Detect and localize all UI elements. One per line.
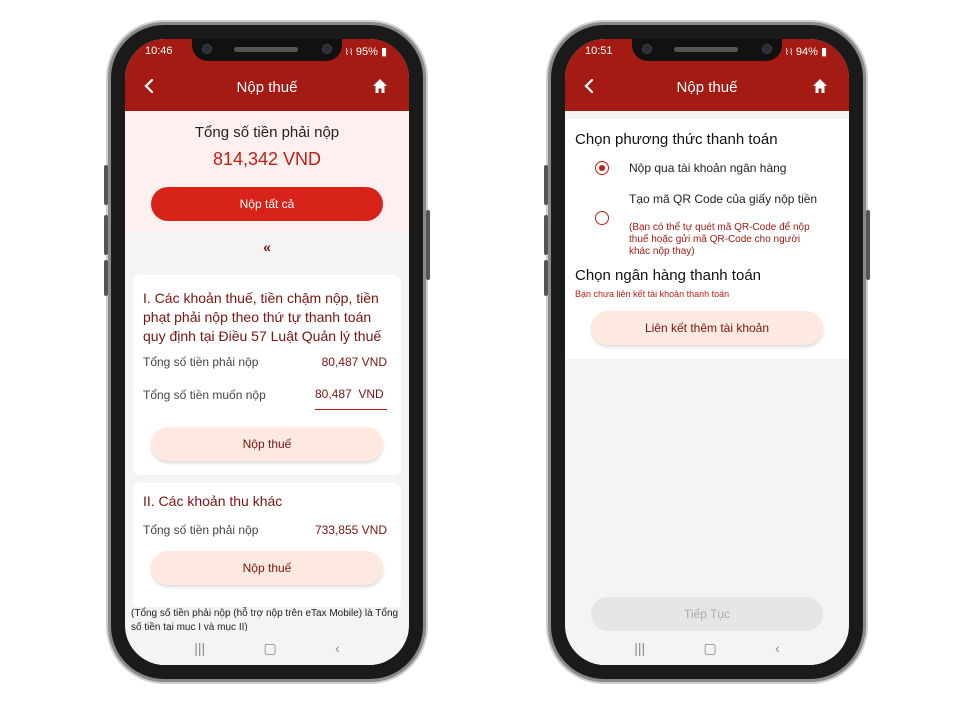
pay-tax-button[interactable]: Nộp thuế: [151, 551, 383, 585]
section-title: II. Các khoản thu khác: [143, 493, 283, 509]
system-nav-bar: ||| ▢ ‹: [565, 631, 849, 665]
summary-panel: Tổng số tiền phải nộp 814,342 VND Nộp tấ…: [125, 111, 409, 233]
left-phone: 10:46 ⌇⌇ 95% ▮ Nộp thuế Tổng số tiền phả…: [104, 22, 430, 682]
camera-notch: [632, 39, 782, 61]
back-arrow-icon[interactable]: [139, 75, 161, 97]
volume-button: [104, 165, 108, 205]
page-title: Nộp thuế: [236, 78, 298, 96]
home-icon[interactable]: [811, 77, 829, 95]
recents-icon[interactable]: |||: [634, 640, 645, 656]
row-label: Tổng số tiền phải nộp: [143, 523, 259, 537]
recents-icon[interactable]: |||: [194, 640, 205, 656]
status-battery: ⌇⌇ 95% ▮: [344, 45, 387, 58]
back-nav-icon[interactable]: ‹: [775, 640, 780, 656]
pay-tax-button[interactable]: Nộp thuế: [151, 427, 383, 461]
bank-warning: Bạn chưa liên kết tài khoản thanh toán: [575, 289, 730, 299]
power-button: [866, 210, 870, 280]
summary-label: Tổng số tiền phải nộp: [194, 124, 340, 141]
status-battery: ⌇⌇ 94% ▮: [784, 45, 827, 58]
status-time: 10:46: [145, 45, 173, 57]
back-nav-icon[interactable]: ‹: [335, 640, 340, 656]
volume-button: [544, 165, 548, 205]
home-button-icon[interactable]: ▢: [264, 640, 277, 657]
left-screen: 10:46 ⌇⌇ 95% ▮ Nộp thuế Tổng số tiền phả…: [125, 39, 409, 665]
right-phone: 10:51 ⌇⌇ 94% ▮ Nộp thuế Chọn phương thức…: [544, 22, 870, 682]
status-time: 10:51: [585, 45, 613, 57]
app-bar: Nộp thuế: [125, 63, 409, 111]
section-title: I. Các khoản thuế, tiền chậm nộp, tiền p…: [143, 290, 382, 344]
app-bar: Nộp thuế: [565, 63, 849, 111]
link-account-button[interactable]: Liên kết thêm tài khoản: [591, 311, 823, 345]
row-label: Tổng số tiền muốn nộp: [143, 388, 266, 402]
radio-bank[interactable]: [595, 161, 609, 175]
row-value: 733,855 VND: [314, 523, 387, 537]
radio-qr[interactable]: [595, 211, 609, 225]
right-screen: 10:51 ⌇⌇ 94% ▮ Nộp thuế Chọn phương thức…: [565, 39, 849, 665]
side-button: [544, 260, 548, 296]
summary-amount: 814,342 VND: [212, 149, 322, 169]
option-qr-note: (Bạn có thể tự quét mã QR-Code để nộp th…: [629, 222, 810, 257]
volume-button: [544, 215, 548, 255]
amount-input[interactable]: 80,487 VND: [315, 387, 387, 410]
home-icon[interactable]: [371, 77, 389, 95]
page-title: Nộp thuế: [676, 78, 738, 96]
section-tax-card: I. Các khoản thuế, tiền chậm nộp, tiền p…: [133, 275, 401, 475]
option-bank-label[interactable]: Nộp qua tài khoản ngân hàng: [629, 161, 786, 175]
row-label: Tổng số tiền phải nộp: [143, 355, 259, 369]
back-arrow-icon[interactable]: [579, 75, 601, 97]
pay-all-button[interactable]: Nộp tất cả: [151, 187, 383, 221]
option-qr-label[interactable]: Tạo mã QR Code của giấy nộp tiền: [629, 193, 821, 206]
camera-notch: [192, 39, 342, 61]
row-value: 80,487 VND: [321, 355, 387, 369]
system-nav-bar: ||| ▢ ‹: [125, 631, 409, 665]
bank-heading: Chọn ngân hàng thanh toán: [575, 267, 761, 284]
method-heading: Chọn phương thức thanh toán: [575, 131, 778, 148]
power-button: [426, 210, 430, 280]
volume-button: [104, 215, 108, 255]
home-button-icon[interactable]: ▢: [704, 640, 717, 657]
payment-options-card: Chọn phương thức thanh toán Nộp qua tài …: [565, 119, 849, 359]
collapse-chevron-icon[interactable]: «: [125, 239, 409, 255]
continue-button[interactable]: Tiếp Tục: [591, 597, 823, 631]
section-other-card: II. Các khoản thu khác Tổng số tiền phải…: [133, 483, 401, 607]
side-button: [104, 260, 108, 296]
